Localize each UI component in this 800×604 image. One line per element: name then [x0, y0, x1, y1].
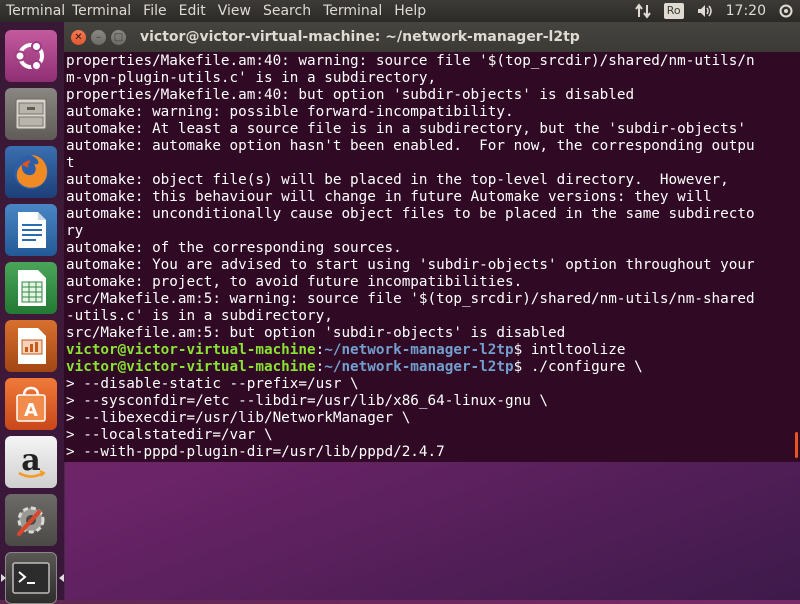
terminal-output[interactable]: properties/Makefile.am:40: warning: sour…	[64, 52, 788, 462]
terminal-window: ✕ – □ victor@victor-virtual-machine: ~/n…	[64, 22, 800, 462]
network-updown-icon	[634, 3, 651, 19]
terminal-icon	[12, 562, 50, 594]
launcher-calc[interactable]	[5, 262, 57, 314]
minimize-icon: –	[96, 31, 101, 43]
keyboard-layout-badge: Ro	[663, 3, 684, 19]
terminal-line: > --with-pppd-plugin-dir=/usr/lib/pppd/2…	[66, 444, 445, 460]
unity-launcher: A a	[0, 22, 65, 604]
menu-help[interactable]: Help	[388, 0, 432, 22]
running-indicator	[1, 574, 6, 582]
firefox-icon	[14, 155, 48, 189]
amazon-icon: a	[18, 443, 46, 478]
speaker-volume-icon	[697, 5, 712, 17]
window-title: victor@victor-virtual-machine: ~/network…	[140, 29, 580, 45]
terminal-line: -utils.c' is in a subdirectory,	[66, 308, 333, 324]
prompt-path: ~/network-manager-l2tp	[324, 342, 514, 358]
menu-search[interactable]: Search	[257, 0, 317, 22]
command-text: $ ./configure \	[513, 359, 643, 375]
session-indicator[interactable]	[772, 0, 800, 22]
terminal-line: src/Makefile.am:5: but option 'subdir-ob…	[66, 325, 566, 341]
menu-terminal-2[interactable]: Terminal	[317, 0, 388, 22]
minimize-button[interactable]: –	[91, 30, 106, 45]
launcher-terminal[interactable]	[5, 552, 57, 604]
menu-view[interactable]: View	[212, 0, 257, 22]
launcher-settings[interactable]	[5, 494, 57, 546]
terminal-line: > --libexecdir=/usr/lib/NetworkManager \	[66, 410, 411, 426]
svg-text:a: a	[21, 443, 40, 478]
power-gear-icon	[779, 4, 793, 18]
terminal-line: m-vpn-plugin-utils.c' is in a subdirecto…	[66, 70, 437, 86]
menu-terminal[interactable]: Terminal	[66, 0, 137, 22]
terminal-line: victor@victor-virtual-machine:~/network-…	[66, 342, 788, 359]
scrollbar-thumb[interactable]	[795, 432, 798, 458]
settings-wrench-icon	[17, 506, 45, 536]
prompt-user-host: victor@victor-virtual-machine	[66, 359, 316, 375]
maximize-button[interactable]: □	[111, 30, 126, 45]
terminal-line: automake: At least a source file is in a…	[66, 121, 746, 137]
terminal-line: automake: object file(s) will be placed …	[66, 172, 729, 188]
terminal-line: properties/Makefile.am:40: warning: sour…	[66, 53, 755, 69]
launcher-software[interactable]: A	[5, 378, 57, 430]
active-app-name: Terminal	[6, 3, 66, 19]
window-titlebar[interactable]: ✕ – □ victor@victor-virtual-machine: ~/n…	[64, 22, 800, 52]
terminal-line: src/Makefile.am:5: warning: source file …	[66, 291, 755, 307]
launcher-files[interactable]	[5, 88, 57, 140]
terminal-line: automake: this behaviour will change in …	[66, 189, 712, 205]
menu-bar: Terminal File Edit View Search Terminal …	[66, 0, 432, 22]
menu-file[interactable]: File	[137, 0, 172, 22]
terminal-line: ry	[66, 223, 84, 239]
prompt-separator: :	[315, 359, 325, 375]
ubuntu-logo-icon	[14, 41, 44, 71]
indicator-area: Ro 17:20	[628, 0, 800, 22]
software-bag-icon: A	[16, 386, 46, 422]
terminal-line: t	[66, 155, 75, 171]
prompt-separator: :	[315, 342, 325, 358]
impress-presentation-icon	[18, 328, 46, 364]
maximize-icon: □	[113, 31, 124, 43]
close-button[interactable]: ✕	[71, 30, 86, 45]
file-cabinet-icon	[15, 98, 47, 130]
launcher-firefox[interactable]	[5, 146, 57, 198]
prompt-user-host: victor@victor-virtual-machine	[66, 342, 316, 358]
terminal-line: automake: project, to avoid future incom…	[66, 274, 523, 290]
terminal-line: > --disable-static --prefix=/usr \	[66, 376, 359, 392]
menu-edit[interactable]: Edit	[173, 0, 212, 22]
launcher-dash[interactable]	[5, 30, 57, 82]
writer-document-icon	[18, 212, 46, 248]
launcher-amazon[interactable]: a	[5, 436, 57, 488]
prompt-path: ~/network-manager-l2tp	[324, 359, 514, 375]
launcher-writer[interactable]	[5, 204, 57, 256]
terminal-line: victor@victor-virtual-machine:~/network-…	[66, 359, 788, 376]
terminal-line: properties/Makefile.am:40: but option 's…	[66, 87, 635, 103]
top-panel: Terminal Terminal File Edit View Search …	[0, 0, 800, 22]
sound-indicator[interactable]	[690, 0, 720, 22]
calc-spreadsheet-icon	[18, 270, 46, 306]
focused-indicator	[59, 574, 64, 582]
close-icon: ✕	[74, 31, 83, 43]
terminal-line: automake: of the corresponding sources.	[66, 240, 402, 256]
clock[interactable]: 17:20	[720, 0, 772, 22]
terminal-line: automake: automake option hasn't been en…	[66, 138, 755, 154]
terminal-line: automake: You are advised to start using…	[66, 257, 755, 273]
command-text: $ intltoolize	[513, 342, 626, 358]
network-indicator[interactable]	[628, 0, 658, 22]
keyboard-indicator[interactable]: Ro	[658, 0, 690, 22]
launcher-impress[interactable]	[5, 320, 57, 372]
terminal-scrollbar[interactable]	[790, 52, 800, 462]
svg-text:A: A	[24, 400, 38, 421]
terminal-line: automake: warning: possible forward-inco…	[66, 104, 514, 120]
terminal-line: > --localstatedir=/var \	[66, 427, 273, 443]
terminal-line: > --sysconfdir=/etc --libdir=/usr/lib/x8…	[66, 393, 549, 409]
terminal-line: automake: unconditionally cause object f…	[66, 206, 755, 222]
